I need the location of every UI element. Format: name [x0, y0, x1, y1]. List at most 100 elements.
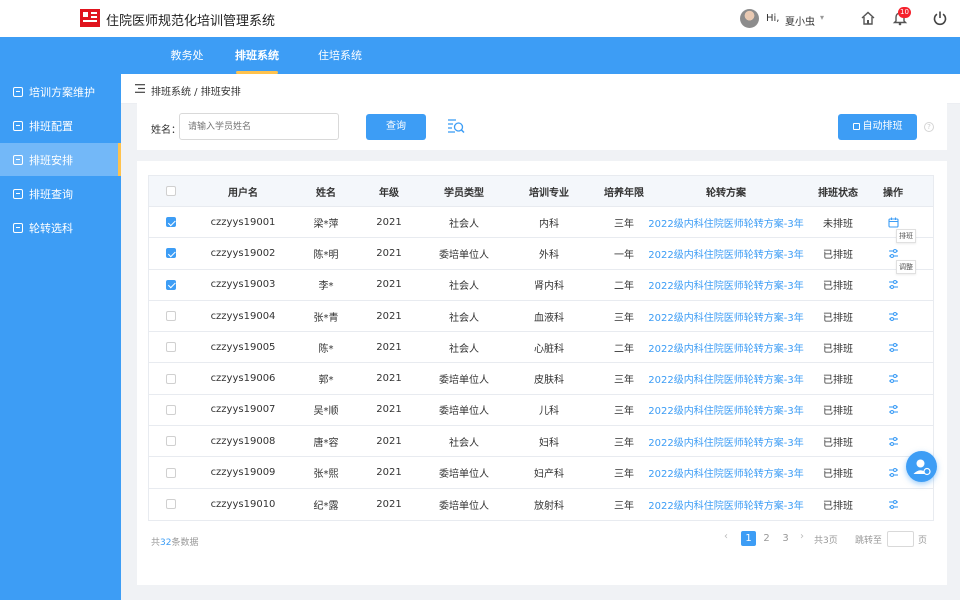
- cell-status: 已排班: [823, 343, 853, 355]
- cell-type: 社会人: [449, 218, 479, 230]
- menu-fold-icon[interactable]: [135, 84, 145, 93]
- row-checkbox[interactable]: [166, 499, 176, 510]
- cell-plan-link[interactable]: 2022级内科住院医师轮转方案-3年: [648, 426, 803, 456]
- cell-username: czzyys19008: [210, 435, 276, 447]
- cell-plan-link[interactable]: 2022级内科住院医师轮转方案-3年: [648, 395, 803, 425]
- breadcrumb-bar: 排班系统 / 排班安排: [121, 74, 960, 104]
- sidebar-item-label: 轮转选科: [29, 221, 73, 235]
- total-count: 共32条数据: [151, 535, 198, 548]
- avatar[interactable]: [740, 9, 759, 28]
- page-2[interactable]: 2: [759, 531, 774, 546]
- cell-name: 张*青: [313, 312, 339, 324]
- cell-status: 已排班: [823, 375, 853, 387]
- breadcrumb: 排班系统 / 排班安排: [151, 87, 241, 98]
- select-all-checkbox[interactable]: [166, 186, 176, 196]
- cell-plan-link[interactable]: 2022级内科住院医师轮转方案-3年: [648, 457, 803, 487]
- tab-jiaowuchu[interactable]: 教务处: [152, 37, 222, 74]
- adjust-sliders-icon[interactable]: [888, 311, 899, 322]
- cell-plan-link[interactable]: 2022级内科住院医师轮转方案-3年: [648, 489, 803, 520]
- cell-grade: 2021: [376, 310, 402, 322]
- adjust-sliders-icon[interactable]: [888, 373, 899, 384]
- table-row: czzyys19009 张*熙 2021 委培单位人 妇产科 三年 2022级内科住院医师轮…: [149, 457, 933, 489]
- adjust-sliders-icon[interactable]: [888, 467, 899, 478]
- adjust-sliders-icon[interactable]: [888, 248, 899, 259]
- prev-page-icon[interactable]: ‹: [724, 531, 728, 542]
- cell-grade: 2021: [376, 373, 402, 385]
- cell-status: 已排班: [823, 500, 853, 512]
- header-username: 用户名: [228, 187, 258, 199]
- cell-major: 皮肤科: [534, 375, 564, 387]
- cell-username: czzyys19004: [210, 310, 276, 322]
- cell-plan-link[interactable]: 2022级内科住院医师轮转方案-3年: [648, 270, 803, 300]
- chevron-down-icon[interactable]: ▾: [820, 13, 824, 22]
- adjust-sliders-icon[interactable]: [888, 279, 899, 290]
- jump-page-input[interactable]: [887, 531, 914, 547]
- header-type: 学员类型: [444, 187, 484, 199]
- sidebar-item-schedule-arrange[interactable]: 排班安排: [0, 143, 121, 176]
- cell-grade: 2021: [376, 279, 402, 291]
- cell-grade: 2021: [376, 467, 402, 479]
- action-cell: [877, 426, 909, 456]
- cell-grade: 2021: [376, 435, 402, 447]
- cell-grade: 2021: [376, 404, 402, 416]
- adjust-sliders-icon[interactable]: [888, 436, 899, 447]
- sidebar-item-rotation-select[interactable]: 轮转选科: [0, 211, 121, 244]
- sidebar-item-schedule-config[interactable]: 排班配置: [0, 109, 121, 142]
- action-cell: [877, 301, 909, 331]
- row-checkbox[interactable]: [166, 342, 176, 353]
- cell-plan-link[interactable]: 2022级内科住院医师轮转方案-3年: [648, 363, 803, 393]
- auto-schedule-label: 自动排班: [862, 121, 903, 132]
- tab-paiban[interactable]: 排班系统: [222, 37, 292, 74]
- action-cell: [877, 363, 909, 393]
- logo-icon: [80, 9, 100, 27]
- row-select-cell: [149, 301, 193, 331]
- cell-major: 内科: [539, 218, 559, 230]
- schedule-calendar-icon[interactable]: [887, 217, 899, 228]
- cell-plan-link[interactable]: 2022级内科住院医师轮转方案-3年: [648, 207, 803, 237]
- adjust-sliders-icon[interactable]: [888, 404, 899, 415]
- header-major: 培训专业: [529, 187, 569, 199]
- schedule-table: 用户名 姓名 年级 学员类型 培训专业 培养年限 轮转方案 排班状态 操作 cz…: [148, 175, 934, 521]
- jump-unit: 页: [918, 536, 928, 546]
- name-search-input[interactable]: [179, 113, 339, 140]
- power-icon[interactable]: [932, 10, 948, 26]
- tab-zhupei[interactable]: 住培系统: [305, 37, 375, 74]
- auto-schedule-button[interactable]: 自动排班: [838, 114, 917, 140]
- row-checkbox[interactable]: [166, 279, 176, 290]
- row-checkbox[interactable]: [166, 311, 176, 322]
- sidebar: 培训方案维护 排班配置 排班安排 排班查询 轮转选科: [0, 74, 121, 600]
- row-checkbox[interactable]: [166, 217, 176, 228]
- page-3[interactable]: 3: [778, 531, 793, 546]
- page-1[interactable]: 1: [741, 531, 756, 546]
- header-grade: 年级: [379, 187, 399, 199]
- action-cell: [877, 489, 909, 520]
- cell-grade: 2021: [376, 341, 402, 353]
- row-checkbox[interactable]: [166, 436, 176, 447]
- user-name[interactable]: 夏小虫: [785, 13, 815, 28]
- cell-major: 血液科: [534, 312, 564, 324]
- table-row: czzyys19001 梁*萍 2021 社会人 内科 三年 2022级内科住院医师轮转方案…: [149, 207, 933, 243]
- query-button[interactable]: 查询: [366, 114, 426, 140]
- row-checkbox[interactable]: [166, 373, 176, 384]
- cell-grade: 2021: [376, 247, 402, 259]
- row-select-cell: [149, 426, 193, 456]
- next-page-icon[interactable]: ›: [800, 531, 804, 542]
- sidebar-item-training-plan[interactable]: 培训方案维护: [0, 75, 121, 108]
- cell-plan-link[interactable]: 2022级内科住院医师轮转方案-3年: [648, 238, 803, 268]
- cell-status: 已排班: [823, 249, 853, 261]
- home-icon[interactable]: [860, 10, 876, 26]
- action-cell: [877, 332, 909, 362]
- row-checkbox[interactable]: [166, 467, 176, 478]
- cell-major: 肾内科: [534, 281, 564, 293]
- search-panel: 姓名： 查询 自动排班 ?: [137, 103, 947, 150]
- row-checkbox[interactable]: [166, 404, 176, 415]
- adjust-sliders-icon[interactable]: [888, 342, 899, 353]
- row-checkbox[interactable]: [166, 248, 176, 259]
- cell-plan-link[interactable]: 2022级内科住院医师轮转方案-3年: [648, 301, 803, 331]
- cell-plan-link[interactable]: 2022级内科住院医师轮转方案-3年: [648, 332, 803, 362]
- sidebar-item-schedule-query[interactable]: 排班查询: [0, 177, 121, 210]
- floating-assistant-button[interactable]: [906, 451, 937, 482]
- advanced-search-icon[interactable]: [447, 118, 465, 135]
- adjust-sliders-icon[interactable]: [888, 499, 899, 510]
- help-icon[interactable]: ?: [924, 122, 934, 132]
